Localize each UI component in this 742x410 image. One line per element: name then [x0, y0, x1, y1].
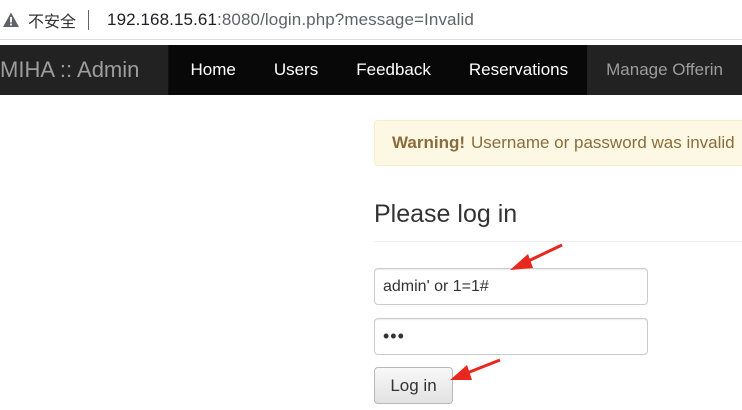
nav-feedback[interactable]: Feedback [337, 45, 450, 95]
password-input[interactable]: ••• [374, 318, 648, 355]
top-navbar: MIHA :: Admin Home Users Feedback Reserv… [0, 45, 742, 95]
login-button[interactable]: Log in [374, 367, 453, 404]
address-separator [88, 9, 90, 30]
alert-strong: Warning! [392, 133, 466, 152]
warning-triangle-icon[interactable] [2, 11, 20, 29]
warning-alert: Warning! Username or password was invali… [374, 120, 742, 166]
arrow-to-username [510, 243, 563, 270]
login-heading: Please log in [374, 200, 518, 228]
nav-users[interactable]: Users [254, 45, 338, 95]
url-path: :8080/login.php?message=Invalid [217, 9, 474, 29]
browser-address-bar[interactable]: 不安全 192.168.15.61:8080/login.php?message… [0, 0, 742, 40]
url-host: 192.168.15.61 [107, 9, 218, 29]
heading-divider [374, 241, 742, 242]
nav-home[interactable]: Home [169, 45, 255, 95]
username-input[interactable]: admin' or 1=1# [374, 268, 648, 305]
nav-manage-offerings[interactable]: Manage Offerin [587, 45, 742, 95]
security-status-label[interactable]: 不安全 [28, 8, 76, 32]
url-text[interactable]: 192.168.15.61:8080/login.php?message=Inv… [107, 10, 474, 30]
alert-message: Username or password was invalid [471, 133, 735, 152]
nav-reservations[interactable]: Reservations [449, 45, 588, 95]
brand-link[interactable]: MIHA :: Admin [0, 45, 170, 95]
arrow-to-login-button [450, 358, 501, 380]
